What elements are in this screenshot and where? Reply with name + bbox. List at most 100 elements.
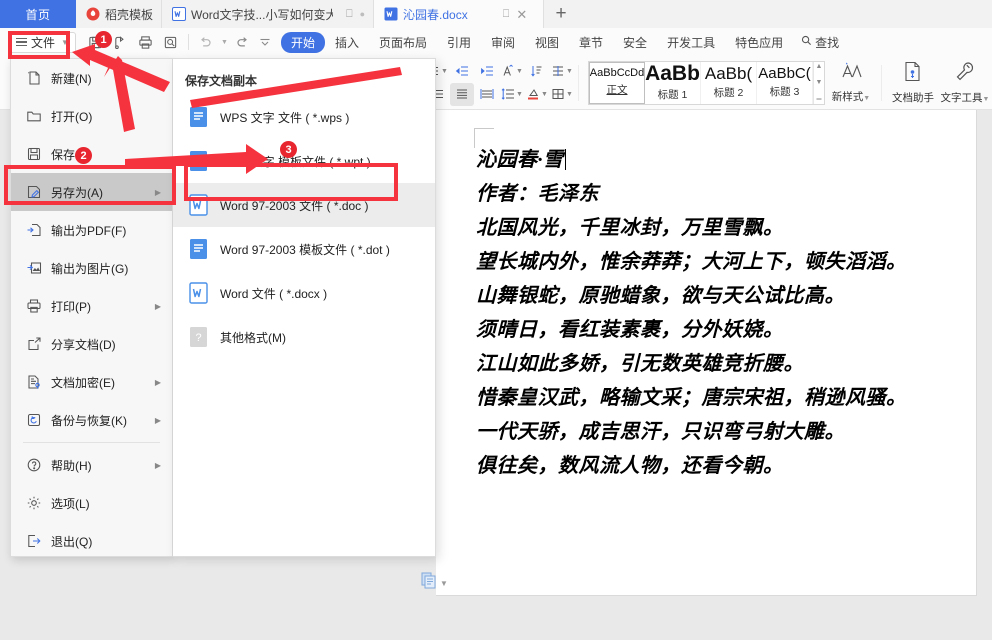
style-heading-2[interactable]: AaBb( 标题 2	[701, 62, 757, 104]
new-style-button[interactable]: 新样式▼	[825, 59, 877, 107]
menu-item-label: 输出为PDF(F)	[51, 222, 126, 239]
line-spacing-icon[interactable]: ▼	[500, 83, 524, 106]
menu-item-share[interactable]: 分享文档(D)	[11, 325, 172, 363]
ribbon-tabs: 开始 插入 页面布局 引用 审阅 视图 章节 安全 开发工具 特色应用 查找	[281, 32, 847, 53]
menu-item-print[interactable]: 打印(P) ▶	[11, 287, 172, 325]
menu-item-backup-restore[interactable]: 备份与恢复(K) ▶	[11, 401, 172, 439]
style-body[interactable]: AaBbCcDd 正文	[589, 62, 645, 104]
backup-restore-icon	[25, 412, 42, 429]
tab-review[interactable]: 审阅	[481, 32, 525, 53]
tab-word-tips[interactable]: Word文字技...小写如何变大写 ⎕ ●	[162, 0, 374, 28]
tab-docer-template[interactable]: 稻壳模板	[76, 0, 162, 28]
menu-item-export-image[interactable]: 输出为图片(G)	[11, 249, 172, 287]
style-heading-1[interactable]: AaBb 标题 1	[645, 62, 701, 104]
align-justify-icon[interactable]	[450, 83, 474, 106]
file-menu-button[interactable]: 文件 ▼	[9, 32, 76, 53]
menu-item-label: 选项(L)	[51, 495, 90, 512]
wps-writer-icon	[384, 7, 398, 21]
file-button-label: 文件	[31, 34, 55, 51]
format-label: WPS 文字 模板文件 ( *.wpt )	[220, 153, 371, 170]
chevron-right-icon: ▶	[155, 302, 161, 311]
new-tab-button[interactable]: +	[544, 0, 578, 28]
decrease-indent-icon[interactable]	[450, 60, 474, 83]
menu-item-new[interactable]: 新建(N) ▶	[11, 59, 172, 97]
hamburger-icon	[16, 36, 27, 49]
style-heading-3[interactable]: AaBbC( 标题 3	[757, 62, 813, 104]
new-tab-label: +	[555, 3, 566, 25]
format-doc-97-2003[interactable]: Word 97-2003 文件 ( *.doc )	[173, 183, 435, 227]
sort-icon[interactable]	[525, 60, 549, 83]
menu-item-label: 帮助(H)	[51, 457, 92, 474]
print-preview-icon[interactable]	[160, 32, 182, 53]
document-page[interactable]: 沁园春·雪 作者：毛泽东 北国风光，千里冰封，万里雪飘。 望长城内外，惟余莽莽；…	[436, 110, 976, 595]
menu-item-save-as[interactable]: 另存为(A) ▶	[11, 173, 172, 211]
menu-item-encrypt[interactable]: 文档加密(E) ▶	[11, 363, 172, 401]
format-label: WPS 文字 文件 ( *.wps )	[220, 109, 349, 126]
tab-cast-icon[interactable]: ⎕	[503, 9, 510, 20]
document-tab-bar: 首页 稻壳模板 Word文字技...小写如何变大写 ⎕ ● 沁园春.docx	[0, 0, 992, 28]
menu-item-open[interactable]: 打开(O)	[11, 97, 172, 135]
borders-icon[interactable]: ▼	[550, 83, 574, 106]
format-wpt[interactable]: WPS 文字 模板文件 ( *.wpt )	[173, 139, 435, 183]
save-icon	[25, 146, 42, 163]
tab-featured-apps[interactable]: 特色应用	[725, 32, 793, 53]
style-expand-icon[interactable]: ═	[817, 96, 822, 103]
tab-start[interactable]: 开始	[281, 32, 325, 53]
distributed-align-icon[interactable]	[475, 83, 499, 106]
tab-page-layout[interactable]: 页面布局	[369, 32, 437, 53]
toolbar-divider	[188, 34, 189, 50]
chevron-down-icon[interactable]: ▼	[440, 579, 448, 588]
scroll-down-icon[interactable]: ▼	[816, 79, 823, 86]
doc-assistant-button[interactable]: 文档助手	[887, 59, 939, 107]
tab-close-icon[interactable]: ●	[360, 10, 365, 19]
tab-close-icon[interactable]: ✕	[516, 8, 527, 21]
tab-developer-tools[interactable]: 开发工具	[657, 32, 725, 53]
tab-security[interactable]: 安全	[613, 32, 657, 53]
increase-indent-icon[interactable]	[475, 60, 499, 83]
tab-section[interactable]: 章节	[569, 32, 613, 53]
format-other[interactable]: ? 其他格式(M)	[173, 315, 435, 359]
text-caret	[565, 149, 566, 170]
menu-item-export-pdf[interactable]: 输出为PDF(F)	[11, 211, 172, 249]
menu-item-exit[interactable]: 退出(Q)	[11, 522, 172, 560]
paragraph-layout-icon[interactable]: ▼	[550, 60, 574, 83]
scroll-up-icon[interactable]: ▲	[816, 63, 823, 70]
style-preview: AaBbC(	[758, 66, 811, 81]
style-gallery-scrollbar[interactable]: ▲ ▼ ═	[813, 62, 824, 104]
home-tab[interactable]: 首页	[0, 0, 76, 28]
pinyin-guide-icon[interactable]: ▼	[500, 60, 524, 83]
new-style-label: 新样式▼	[832, 89, 870, 104]
undo-dropdown-icon[interactable]: ▼	[220, 32, 229, 53]
search-icon	[801, 35, 812, 49]
tab-insert[interactable]: 插入	[325, 32, 369, 53]
tab-cast-icon[interactable]: ⎕	[346, 9, 353, 20]
text-tools-button[interactable]: 文字工具▼	[939, 59, 991, 107]
menu-item-save[interactable]: 保存(S)	[11, 135, 172, 173]
find-button[interactable]: 查找	[793, 32, 847, 53]
shading-icon[interactable]: ▼	[525, 83, 549, 106]
styles-group: AaBbCcDd 正文 AaBb 标题 1 AaBb( 标题 2 AaBbC( …	[579, 58, 882, 108]
tab-active-document[interactable]: 沁园春.docx ⎕ ✕	[374, 0, 544, 28]
paste-options-button[interactable]: ▼	[421, 572, 448, 594]
gear-icon	[25, 495, 42, 512]
undo-icon[interactable]	[195, 32, 217, 53]
customize-qat-icon[interactable]	[257, 32, 273, 53]
print-icon[interactable]	[135, 32, 157, 53]
style-name: 标题 2	[714, 85, 744, 100]
document-text[interactable]: 沁园春·雪 作者：毛泽东 北国风光，千里冰封，万里雪飘。 望长城内外，惟余莽莽；…	[476, 143, 966, 483]
tab-references[interactable]: 引用	[437, 32, 481, 53]
menu-item-options[interactable]: 选项(L)	[11, 484, 172, 522]
document-canvas[interactable]: 沁园春·雪 作者：毛泽东 北国风光，千里冰封，万里雪飘。 望长城内外，惟余莽莽；…	[436, 110, 992, 640]
format-dot-97-2003[interactable]: Word 97-2003 模板文件 ( *.dot )	[173, 227, 435, 271]
menu-item-help[interactable]: 帮助(H) ▶	[11, 446, 172, 484]
save-as-icon[interactable]	[110, 32, 132, 53]
save-icon[interactable]	[85, 32, 107, 53]
paste-options-icon	[421, 572, 436, 594]
redo-icon[interactable]	[232, 32, 254, 53]
wps-writer-icon	[172, 7, 186, 21]
format-docx[interactable]: Word 文件 ( *.docx )	[173, 271, 435, 315]
style-name: 正文	[607, 82, 628, 97]
tab-view[interactable]: 视图	[525, 32, 569, 53]
format-wps[interactable]: WPS 文字 文件 ( *.wps )	[173, 95, 435, 139]
find-label: 查找	[815, 34, 839, 51]
